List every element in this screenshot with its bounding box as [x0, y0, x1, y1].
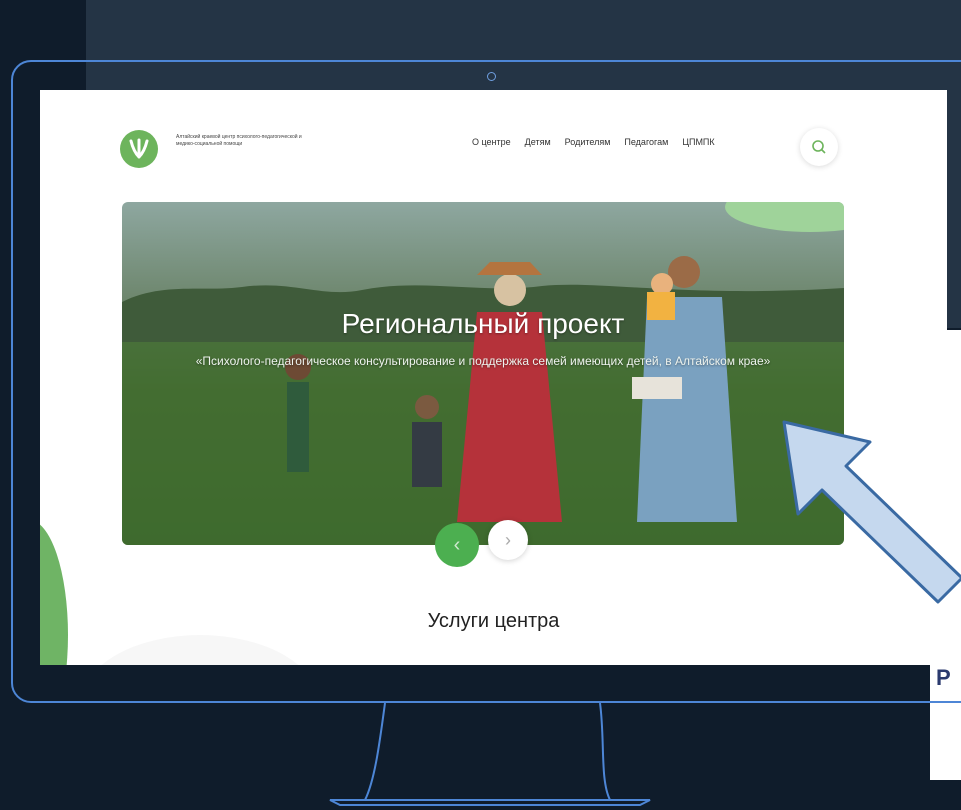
monitor-stand	[329, 702, 651, 806]
search-button[interactable]	[800, 128, 838, 166]
hero-slide: Региональный проект «Психолого-педагогич…	[122, 202, 844, 545]
carousel-next-button[interactable]: ›	[488, 520, 528, 560]
logo-mark-icon	[129, 138, 149, 159]
nav-item-cpmpk[interactable]: ЦПМПК	[682, 137, 714, 147]
nav-item-about[interactable]: О центре	[472, 137, 511, 147]
camera-dot	[487, 72, 496, 81]
logo-text[interactable]: Алтайский краевой центр психолого-педаго…	[176, 134, 316, 148]
hero-subtitle: «Психолого-педагогическое консультирован…	[195, 354, 771, 368]
decorative-blob	[80, 635, 320, 665]
hero-image	[122, 256, 844, 545]
nav-item-parents[interactable]: Родителям	[565, 137, 611, 147]
hero-title: Региональный проект	[341, 308, 625, 339]
decorative-blob	[40, 520, 68, 665]
chevron-right-icon: ›	[505, 529, 511, 550]
section-title: Услуги центра	[427, 610, 560, 632]
search-icon	[812, 140, 826, 154]
nav-item-teachers[interactable]: Педагогам	[624, 137, 668, 147]
chevron-left-icon: ‹	[453, 533, 461, 556]
logo-icon[interactable]	[120, 130, 158, 168]
pointer-arrow-icon	[782, 420, 961, 604]
nav-item-children[interactable]: Детям	[525, 137, 551, 147]
main-nav: О центре Детям Родителям Педагогам ЦПМПК	[472, 137, 715, 147]
carousel-prev-button[interactable]: ‹	[435, 523, 479, 567]
